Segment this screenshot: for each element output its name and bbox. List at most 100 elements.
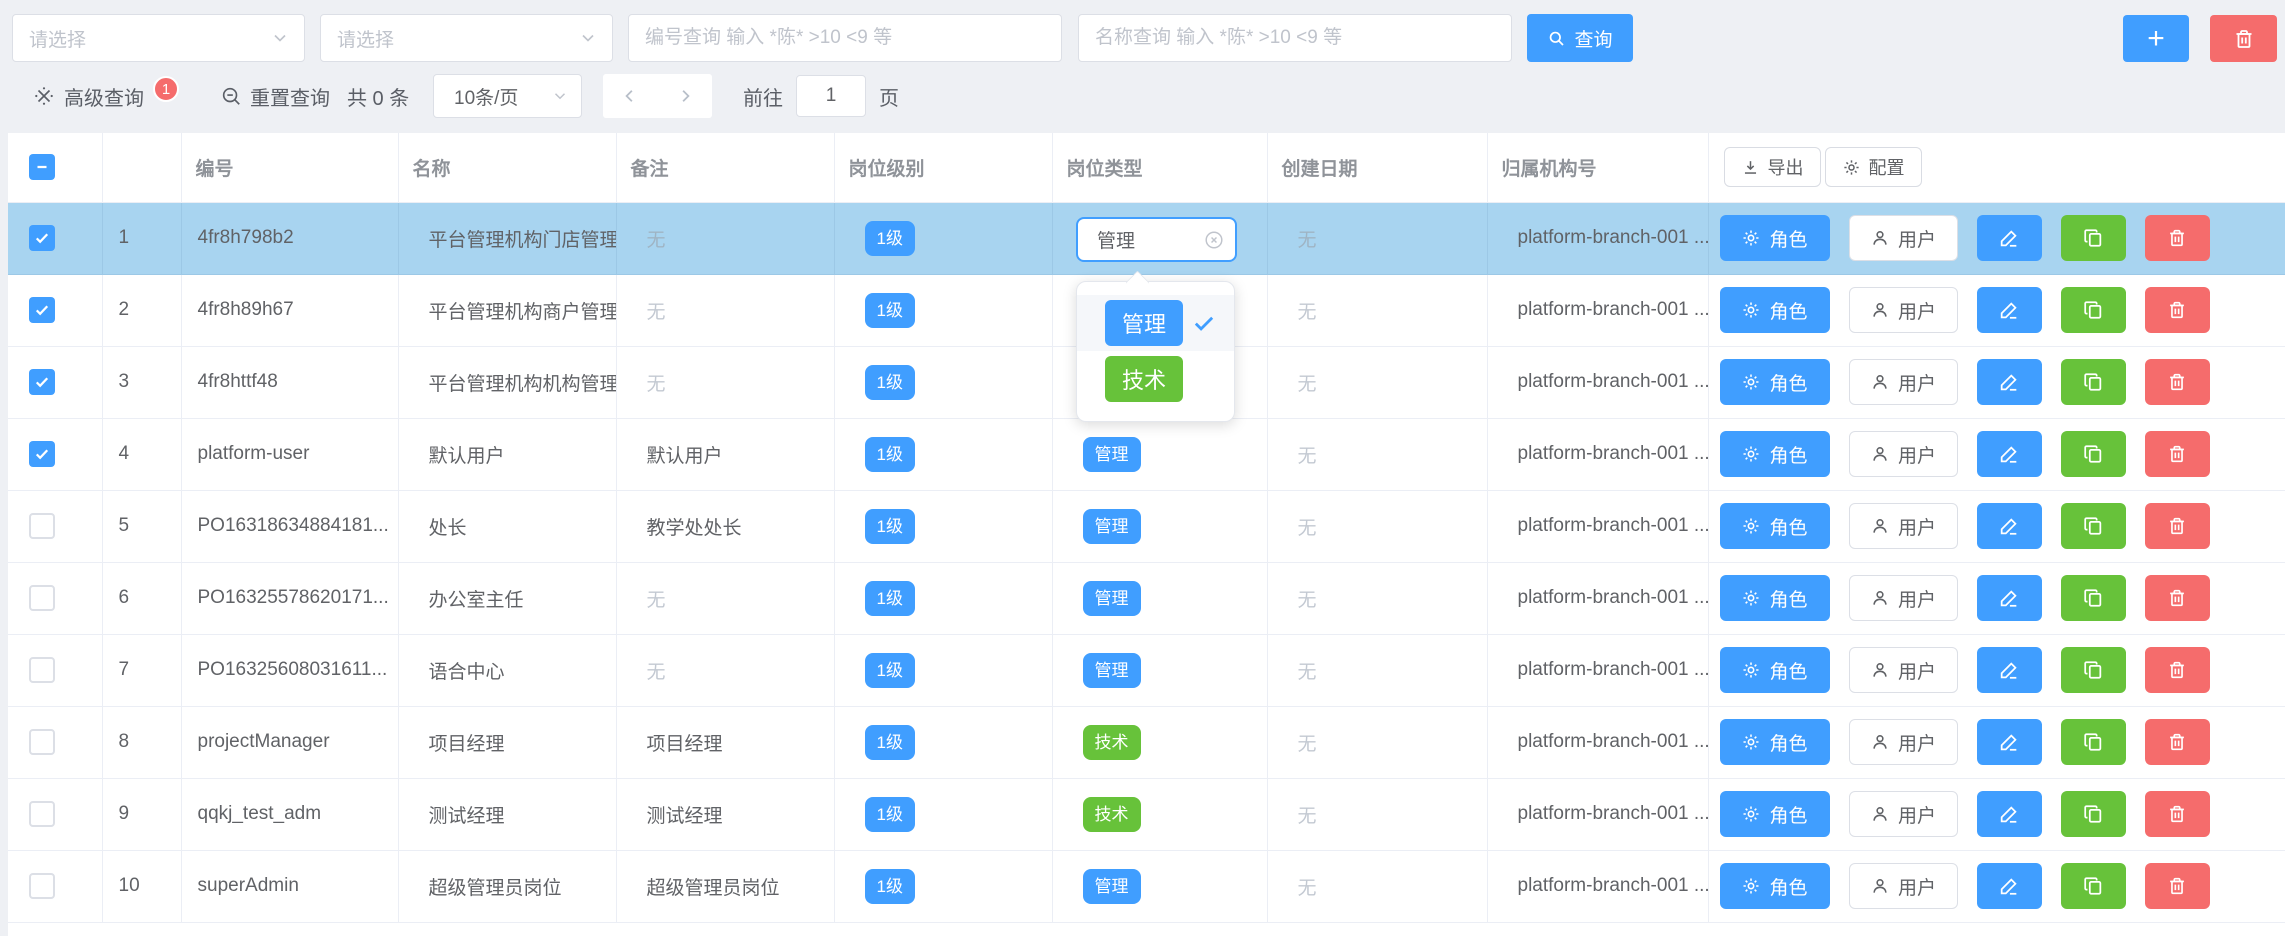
role-button[interactable]: 角色 [1720, 503, 1830, 549]
user-button[interactable]: 用户 [1849, 719, 1958, 765]
row-checkbox[interactable] [29, 657, 55, 683]
row-checkbox[interactable] [29, 297, 55, 323]
cell-type[interactable]: 管理 [1052, 490, 1267, 562]
clear-icon[interactable] [1203, 229, 1225, 251]
user-button[interactable]: 用户 [1849, 575, 1958, 621]
copy-button[interactable] [2061, 503, 2126, 549]
reset-query-button[interactable]: 重置查询 [220, 74, 330, 118]
name-search-input[interactable] [1079, 15, 1511, 61]
check-icon [1190, 309, 1218, 337]
role-button[interactable]: 角色 [1720, 863, 1830, 909]
cell-type[interactable]: 管理 [1052, 634, 1267, 706]
cell-created: 无 [1267, 850, 1487, 922]
row-checkbox[interactable] [29, 441, 55, 467]
user-button[interactable]: 用户 [1849, 287, 1958, 333]
edit-button[interactable] [1977, 359, 2042, 405]
user-button[interactable]: 用户 [1849, 863, 1958, 909]
user-button[interactable]: 用户 [1849, 431, 1958, 477]
page-size-select[interactable]: 10条/页 [433, 74, 582, 118]
delete-button[interactable] [2145, 431, 2210, 477]
delete-button[interactable] [2145, 359, 2210, 405]
edit-button[interactable] [1977, 647, 2042, 693]
copy-button[interactable] [2061, 359, 2126, 405]
user-button[interactable]: 用户 [1849, 503, 1958, 549]
delete-button[interactable] [2145, 215, 2210, 261]
delete-button[interactable] [2145, 791, 2210, 837]
type-select-input[interactable]: 管理 [1076, 217, 1237, 262]
delete-button[interactable] [2145, 503, 2210, 549]
row-checkbox[interactable] [29, 225, 55, 251]
row-checkbox[interactable] [29, 585, 55, 611]
advanced-query-button[interactable]: 高级查询 1 [33, 74, 179, 118]
pencil-icon [1998, 515, 2020, 537]
row-checkbox[interactable] [29, 513, 55, 539]
copy-button[interactable] [2061, 791, 2126, 837]
role-button[interactable]: 角色 [1720, 791, 1830, 837]
add-button[interactable]: + [2123, 15, 2189, 62]
pencil-icon [1998, 731, 2020, 753]
delete-button[interactable] [2145, 719, 2210, 765]
code-search-input[interactable] [629, 15, 1061, 61]
edit-button[interactable] [1977, 719, 2042, 765]
edit-button[interactable] [1977, 575, 2042, 621]
delete-button[interactable] [2145, 287, 2210, 333]
select-placeholder: 请选择 [29, 25, 86, 52]
batch-delete-button[interactable] [2210, 15, 2277, 62]
role-button[interactable]: 角色 [1720, 359, 1830, 405]
role-button[interactable]: 角色 [1720, 719, 1830, 765]
delete-button[interactable] [2145, 863, 2210, 909]
edit-button[interactable] [1977, 215, 2042, 261]
user-button[interactable]: 用户 [1849, 791, 1958, 837]
cell-type[interactable]: 管理 [1052, 850, 1267, 922]
cell-type[interactable]: 管理 [1052, 418, 1267, 490]
cell-name: 处长 [398, 490, 616, 562]
cell-type[interactable]: 技术 [1052, 706, 1267, 778]
edit-button[interactable] [1977, 287, 2042, 333]
row-checkbox[interactable] [29, 729, 55, 755]
role-button[interactable]: 角色 [1720, 287, 1830, 333]
edit-button[interactable] [1977, 863, 2042, 909]
copy-button[interactable] [2061, 215, 2126, 261]
next-page-button[interactable] [665, 76, 705, 116]
goto-page-input[interactable] [796, 75, 866, 117]
role-button[interactable]: 角色 [1720, 431, 1830, 477]
row-index: 2 [102, 274, 181, 346]
filter-select-2[interactable]: 请选择 [320, 14, 613, 62]
copy-button[interactable] [2061, 719, 2126, 765]
cell-type[interactable]: 技术 [1052, 778, 1267, 850]
config-button[interactable]: 配置 [1825, 147, 1922, 187]
trash-icon [2166, 227, 2188, 249]
cell-created: 无 [1267, 418, 1487, 490]
role-button[interactable]: 角色 [1720, 215, 1830, 261]
cell-org: platform-branch-001 ... [1487, 778, 1708, 850]
row-checkbox[interactable] [29, 801, 55, 827]
user-button[interactable]: 用户 [1849, 215, 1958, 261]
row-actions: 角色用户 [1709, 359, 2285, 405]
copy-button[interactable] [2061, 863, 2126, 909]
user-button[interactable]: 用户 [1849, 647, 1958, 693]
search-button[interactable]: 查询 [1527, 14, 1633, 62]
copy-button[interactable] [2061, 575, 2126, 621]
select-all-checkbox[interactable] [29, 154, 55, 180]
user-button[interactable]: 用户 [1849, 359, 1958, 405]
dropdown-option-tech[interactable]: 技术 [1077, 351, 1234, 407]
delete-button[interactable] [2145, 575, 2210, 621]
edit-button[interactable] [1977, 431, 2042, 477]
row-checkbox[interactable] [29, 873, 55, 899]
filter-select-1[interactable]: 请选择 [12, 14, 305, 62]
role-button[interactable]: 角色 [1720, 647, 1830, 693]
dropdown-option-manage[interactable]: 管理 [1077, 295, 1234, 351]
edit-button[interactable] [1977, 503, 2042, 549]
copy-button[interactable] [2061, 287, 2126, 333]
prev-page-button[interactable] [610, 76, 650, 116]
copy-button[interactable] [2061, 431, 2126, 477]
role-button[interactable]: 角色 [1720, 575, 1830, 621]
export-button[interactable]: 导出 [1724, 147, 1821, 187]
cell-type[interactable]: 管理 [1052, 562, 1267, 634]
copy-button[interactable] [2061, 647, 2126, 693]
row-index: 5 [102, 490, 181, 562]
delete-button[interactable] [2145, 647, 2210, 693]
edit-button[interactable] [1977, 791, 2042, 837]
row-checkbox[interactable] [29, 369, 55, 395]
goto-suffix: 页 [879, 82, 899, 111]
